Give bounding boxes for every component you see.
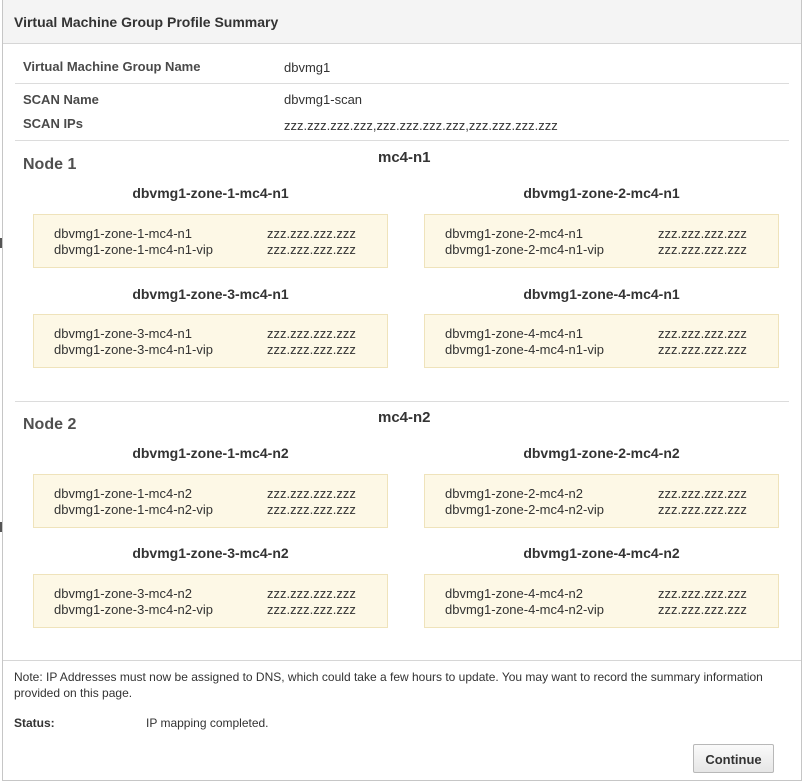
zone-box: dbvmg1-zone-3-mc4-n1 zzz.zzz.zzz.zzz dbv… (33, 314, 388, 368)
zone-vip-host: dbvmg1-zone-1-mc4-n1-vip (54, 242, 213, 257)
summary-content: Virtual Machine Group Name dbvmg1 SCAN N… (3, 44, 801, 661)
dialog-footer: Note: IP Addresses must now be assigned … (3, 661, 801, 780)
zone-vip-host: dbvmg1-zone-3-mc4-n1-vip (54, 342, 213, 357)
zone-title: dbvmg1-zone-1-mc4-n2 (132, 445, 289, 461)
zone-title: dbvmg1-zone-3-mc4-n1 (132, 286, 289, 302)
zone-ip: zzz.zzz.zzz.zzz (658, 486, 747, 501)
zone-vip-ip: zzz.zzz.zzz.zzz (658, 502, 747, 517)
node-title: Node 2 (23, 416, 77, 433)
group-name-value: dbvmg1 (284, 60, 331, 75)
zone-box: dbvmg1-zone-4-mc4-n2 zzz.zzz.zzz.zzz dbv… (424, 574, 779, 628)
zone-box: dbvmg1-zone-4-mc4-n1 zzz.zzz.zzz.zzz dbv… (424, 314, 779, 368)
background-edge-mark (0, 522, 2, 532)
zone-vip-host: dbvmg1-zone-4-mc4-n2-vip (445, 602, 604, 617)
zone-vip-host: dbvmg1-zone-3-mc4-n2-vip (54, 602, 213, 617)
zone-vip-host: dbvmg1-zone-1-mc4-n2-vip (54, 502, 213, 517)
divider (15, 140, 789, 141)
zone-box: dbvmg1-zone-3-mc4-n2 zzz.zzz.zzz.zzz dbv… (33, 574, 388, 628)
zone-vip-host: dbvmg1-zone-2-mc4-n1-vip (445, 242, 604, 257)
node-host-name: mc4-n1 (378, 149, 431, 166)
zone-vip-ip: zzz.zzz.zzz.zzz (658, 242, 747, 257)
zone-vip-ip: zzz.zzz.zzz.zzz (267, 502, 356, 517)
zone-vip-ip: zzz.zzz.zzz.zzz (658, 602, 747, 617)
group-name-label: Virtual Machine Group Name (23, 59, 201, 74)
zone-title: dbvmg1-zone-2-mc4-n2 (523, 445, 680, 461)
zone-ip: zzz.zzz.zzz.zzz (267, 586, 356, 601)
node-host-name: mc4-n2 (378, 409, 431, 426)
status-label: Status: (14, 716, 55, 730)
background-edge-mark (0, 238, 2, 248)
zone-vip-host: dbvmg1-zone-2-mc4-n2-vip (445, 502, 604, 517)
status-value: IP mapping completed. (146, 716, 269, 730)
scan-ips-value: zzz.zzz.zzz.zzz,zzz.zzz.zzz.zzz,zzz.zzz.… (284, 118, 558, 133)
zone-title: dbvmg1-zone-4-mc4-n1 (523, 286, 680, 302)
zone-vip-ip: zzz.zzz.zzz.zzz (658, 342, 747, 357)
scan-name-label: SCAN Name (23, 92, 99, 107)
zone-host: dbvmg1-zone-2-mc4-n2 (445, 486, 584, 501)
zone-title: dbvmg1-zone-4-mc4-n2 (523, 545, 680, 561)
scan-name-value: dbvmg1-scan (284, 92, 363, 107)
zone-ip: zzz.zzz.zzz.zzz (658, 326, 747, 341)
continue-button[interactable]: Continue (693, 744, 774, 773)
divider (15, 83, 789, 84)
zone-host: dbvmg1-zone-1-mc4-n1 (54, 226, 193, 241)
dns-note: Note: IP Addresses must now be assigned … (14, 670, 763, 700)
profile-summary-dialog: Virtual Machine Group Profile Summary Vi… (2, 0, 802, 781)
zone-vip-ip: zzz.zzz.zzz.zzz (267, 602, 356, 617)
zone-host: dbvmg1-zone-4-mc4-n2 (445, 586, 584, 601)
zone-host: dbvmg1-zone-3-mc4-n1 (54, 326, 193, 341)
divider (15, 401, 789, 402)
zone-host: dbvmg1-zone-2-mc4-n1 (445, 226, 584, 241)
zone-ip: zzz.zzz.zzz.zzz (267, 226, 356, 241)
zone-vip-ip: zzz.zzz.zzz.zzz (267, 242, 356, 257)
zone-title: dbvmg1-zone-3-mc4-n2 (132, 545, 289, 561)
node-title: Node 1 (23, 156, 77, 173)
zone-title: dbvmg1-zone-1-mc4-n1 (132, 185, 289, 201)
dialog-titlebar: Virtual Machine Group Profile Summary (3, 0, 801, 44)
zone-host: dbvmg1-zone-1-mc4-n2 (54, 486, 193, 501)
zone-box: dbvmg1-zone-1-mc4-n1 zzz.zzz.zzz.zzz dbv… (33, 214, 388, 268)
zone-host: dbvmg1-zone-4-mc4-n1 (445, 326, 584, 341)
zone-title: dbvmg1-zone-2-mc4-n1 (523, 185, 680, 201)
dialog-title: Virtual Machine Group Profile Summary (14, 14, 279, 30)
zone-box: dbvmg1-zone-2-mc4-n2 zzz.zzz.zzz.zzz dbv… (424, 474, 779, 528)
zone-ip: zzz.zzz.zzz.zzz (658, 586, 747, 601)
scan-ips-label: SCAN IPs (23, 116, 83, 131)
zone-ip: zzz.zzz.zzz.zzz (267, 326, 356, 341)
zone-host: dbvmg1-zone-3-mc4-n2 (54, 586, 193, 601)
zone-vip-host: dbvmg1-zone-4-mc4-n1-vip (445, 342, 604, 357)
zone-box: dbvmg1-zone-1-mc4-n2 zzz.zzz.zzz.zzz dbv… (33, 474, 388, 528)
zone-vip-ip: zzz.zzz.zzz.zzz (267, 342, 356, 357)
zone-ip: zzz.zzz.zzz.zzz (658, 226, 747, 241)
zone-ip: zzz.zzz.zzz.zzz (267, 486, 356, 501)
zone-box: dbvmg1-zone-2-mc4-n1 zzz.zzz.zzz.zzz dbv… (424, 214, 779, 268)
